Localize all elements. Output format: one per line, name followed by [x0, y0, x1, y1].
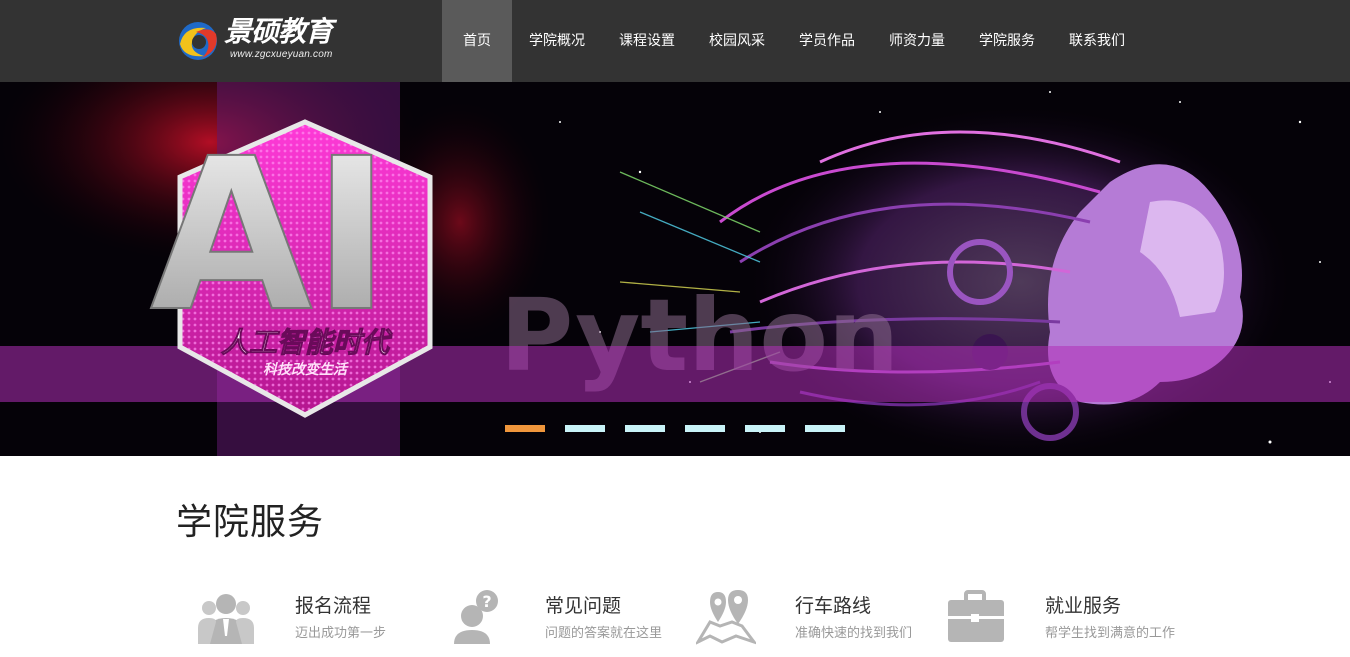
people-icon [198, 594, 254, 644]
carousel-dot-2[interactable] [565, 425, 605, 432]
service-title: 常见问题 [545, 595, 622, 617]
ai-big-text: AI [150, 113, 391, 358]
carousel-dot-4[interactable] [685, 425, 725, 432]
nav-item-campus[interactable]: 校园风采 [692, 0, 782, 82]
service-item-employment[interactable]: 就业服务 帮学生找到满意的工作 [946, 588, 1186, 648]
service-item-faq[interactable]: ? 常见问题 问题的答案就在这里 [446, 588, 686, 648]
main-nav: 首页 学院概况 课程设置 校园风采 学员作品 师资力量 学院服务 联系我们 [442, 0, 1142, 82]
briefcase-icon [948, 590, 1004, 642]
badge-line1: 人工智能时代 [221, 326, 393, 359]
service-subtitle: 迈出成功第一步 [295, 626, 387, 641]
nav-item-student-works[interactable]: 学员作品 [782, 0, 872, 82]
service-title: 就业服务 [1045, 595, 1122, 617]
service-title: 行车路线 [795, 595, 872, 617]
site-logo[interactable]: 景硕教育 www.zgcxueyuan.com [176, 16, 352, 64]
logo-url: www.zgcxueyuan.com [230, 49, 333, 60]
service-subtitle: 问题的答案就在这里 [545, 626, 663, 641]
nav-item-faculty[interactable]: 师资力量 [872, 0, 962, 82]
nav-item-courses[interactable]: 课程设置 [602, 0, 692, 82]
section-title: 学院服务 [176, 502, 325, 543]
site-header: 景硕教育 www.zgcxueyuan.com 首页 学院概况 课程设置 校园风… [0, 0, 1350, 82]
carousel-dot-6[interactable] [805, 425, 845, 432]
badge-line2: 科技改变生活 [263, 361, 349, 378]
service-subtitle: 准确快速的找到我们 [795, 626, 913, 641]
service-subtitle: 帮学生找到满意的工作 [1045, 626, 1176, 641]
svg-text:?: ? [482, 592, 491, 611]
carousel-dot-3[interactable] [625, 425, 665, 432]
carousel-dots [505, 425, 845, 432]
nav-item-services[interactable]: 学院服务 [962, 0, 1052, 82]
map-pin-icon [696, 590, 756, 645]
service-item-enroll[interactable]: 报名流程 迈出成功第一步 [196, 588, 436, 648]
logo-swirl-icon [179, 22, 217, 60]
logo-text: 景硕教育 [224, 15, 333, 48]
carousel-dot-1[interactable] [505, 425, 545, 432]
carousel-dot-5[interactable] [745, 425, 785, 432]
service-title: 报名流程 [295, 595, 372, 617]
nav-item-home[interactable]: 首页 [442, 0, 512, 82]
nav-item-about[interactable]: 学院概况 [512, 0, 602, 82]
nav-item-contact[interactable]: 联系我们 [1052, 0, 1142, 82]
service-item-directions[interactable]: 行车路线 准确快速的找到我们 [696, 588, 936, 648]
banner-artwork: Python AI 人工智能时代 科技改变生活 [0, 82, 1350, 456]
question-person-icon: ? [454, 590, 498, 644]
hero-banner[interactable]: Python AI 人工智能时代 科技改变生活 [0, 82, 1350, 456]
